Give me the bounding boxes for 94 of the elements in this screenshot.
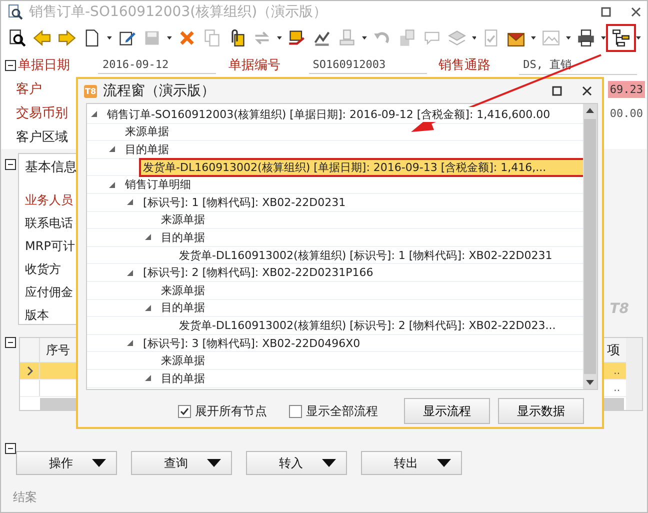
field-label: 业务人员	[25, 192, 74, 209]
dropdown-button[interactable]: 操作	[16, 451, 117, 475]
checkbox[interactable]: 显示全部流程	[289, 402, 378, 420]
field-label: 客户	[16, 81, 42, 98]
caret-icon	[92, 459, 106, 467]
dropdown-button[interactable]: 转出	[361, 451, 462, 475]
row-pointer-icon	[26, 366, 32, 376]
expand-icon[interactable]	[145, 375, 151, 382]
close-icon[interactable]	[582, 86, 592, 96]
field-label: 交易币别	[16, 105, 68, 122]
tree-item[interactable]: 发货单-DL160913002(核算组织) [标识号]: 1 [物料代码]: XB02-22D0231	[177, 248, 554, 263]
column-header: 项	[607, 342, 620, 359]
app-icon: T8	[84, 84, 98, 98]
table-cell: ..	[614, 382, 620, 394]
caret-icon	[437, 459, 451, 467]
printer-icon	[577, 29, 596, 47]
delete-icon	[178, 29, 196, 47]
document-search-icon	[8, 29, 26, 47]
collapse-icon[interactable]	[5, 337, 16, 348]
expand-icon[interactable]	[127, 340, 133, 346]
table-cell: ..	[614, 366, 620, 376]
right-arrow-icon	[58, 29, 76, 47]
status-text: 结案	[12, 489, 38, 506]
caret-icon	[207, 459, 221, 467]
column-header: 序号	[45, 342, 71, 358]
expand-icon[interactable]	[145, 234, 151, 240]
caret-icon[interactable]	[636, 36, 642, 40]
expand-icon[interactable]	[91, 111, 97, 118]
expand-icon[interactable]	[109, 146, 115, 152]
left-arrow-icon	[33, 29, 51, 47]
stamp-icon	[338, 29, 356, 47]
tree-item[interactable]: [标识号]: 2 [物料代码]: XB02-22D0231P166	[141, 265, 376, 280]
caret-icon[interactable]	[601, 36, 606, 40]
copy-icon	[202, 29, 221, 47]
dropdown-button[interactable]: 查询	[131, 451, 232, 475]
tree-item[interactable]: [标识号]: 3 [物料代码]: XB02-22D0496X0	[141, 336, 362, 351]
field-label: 应付佣金	[25, 284, 74, 301]
caret-icon	[322, 459, 336, 467]
field-label: 版本	[25, 307, 50, 324]
window-title: 销售订单-SO160912003(核算组织)（演示版）	[29, 3, 328, 21]
field-label: 客户区域	[16, 129, 68, 146]
dialog-button[interactable]: 显示流程	[404, 398, 490, 424]
input-field[interactable]: DS, 直销	[519, 55, 638, 75]
picture-icon	[542, 29, 560, 47]
maximize-icon[interactable]	[601, 7, 611, 17]
dropdown-button[interactable]: 转入	[246, 451, 347, 475]
expand-icon[interactable]	[109, 182, 115, 188]
layers-icon	[448, 29, 466, 47]
tree-item[interactable]: 销售订单-SO160912003(核算组织) [单据日期]: 2016-09-12 [含税金额]: 1,416,600.00	[105, 106, 552, 122]
collapse-icon[interactable]	[5, 159, 16, 170]
toolbar-button[interactable]	[609, 27, 634, 49]
pencil-icon	[118, 29, 136, 47]
input-field[interactable]: SO160912003	[308, 56, 427, 74]
input-field[interactable]: 69.23	[608, 80, 645, 98]
tree-item[interactable]: [标识号]: 1 [物料代码]: XB02-22D0231	[141, 194, 348, 210]
tree-item[interactable]: 销售订单明细	[123, 177, 193, 192]
scrollbar[interactable]	[626, 338, 642, 410]
floppy-icon	[142, 29, 161, 47]
blocks-icon	[398, 29, 416, 47]
field-label: 销售通路	[438, 57, 492, 74]
maximize-icon[interactable]	[552, 86, 562, 96]
field-label: 单据编号	[228, 57, 282, 74]
document-search-icon	[7, 4, 23, 20]
field-label: MRP可计	[25, 238, 76, 255]
field-label: 单据日期	[18, 57, 71, 74]
tree-item[interactable]: 来源单据	[123, 124, 171, 140]
input-field[interactable]: 00.00	[608, 104, 645, 122]
logo: T8	[610, 301, 629, 317]
tree-item[interactable]: 来源单据	[159, 282, 207, 298]
collapse-icon[interactable]	[5, 60, 16, 70]
tree-item[interactable]: 发货单-DL160913002(核算组织) [单据日期]: 2016-09-13 [含税金额]: 1,416,...	[141, 160, 583, 175]
tree-item[interactable]: 来源单据	[159, 212, 207, 228]
expand-icon[interactable]	[127, 270, 133, 276]
field-label: 收货方	[25, 261, 62, 278]
page-icon	[83, 29, 101, 47]
caret-icon[interactable]	[107, 36, 112, 40]
expand-icon[interactable]	[127, 199, 133, 206]
dialog-button[interactable]: 显示数据	[498, 398, 584, 424]
checkbox[interactable]: 展开所有节点	[178, 402, 267, 420]
tab[interactable]: 基本信息	[25, 158, 79, 176]
expand-icon[interactable]	[145, 304, 151, 311]
dialog-title: 流程窗（演示版）	[103, 82, 216, 100]
scrollbar[interactable]	[583, 104, 597, 389]
arrows-icon	[252, 29, 271, 47]
speech-bubble-icon	[422, 29, 441, 47]
tree-item[interactable]: 发货单-DL160913002(核算组织) [标识号]: 2 [物料代码]: XB02-22D023...	[177, 318, 558, 333]
flowchart-icon	[612, 29, 630, 47]
input-field[interactable]: 2016-09-12	[98, 56, 216, 74]
tree-item[interactable]: 来源单据	[159, 353, 207, 368]
scroll-up-icon[interactable]	[586, 108, 594, 113]
close-icon[interactable]	[631, 7, 641, 17]
caret-icon[interactable]	[531, 36, 536, 40]
field-label: 联系电话	[25, 215, 74, 232]
collapse-icon[interactable]	[5, 443, 16, 454]
